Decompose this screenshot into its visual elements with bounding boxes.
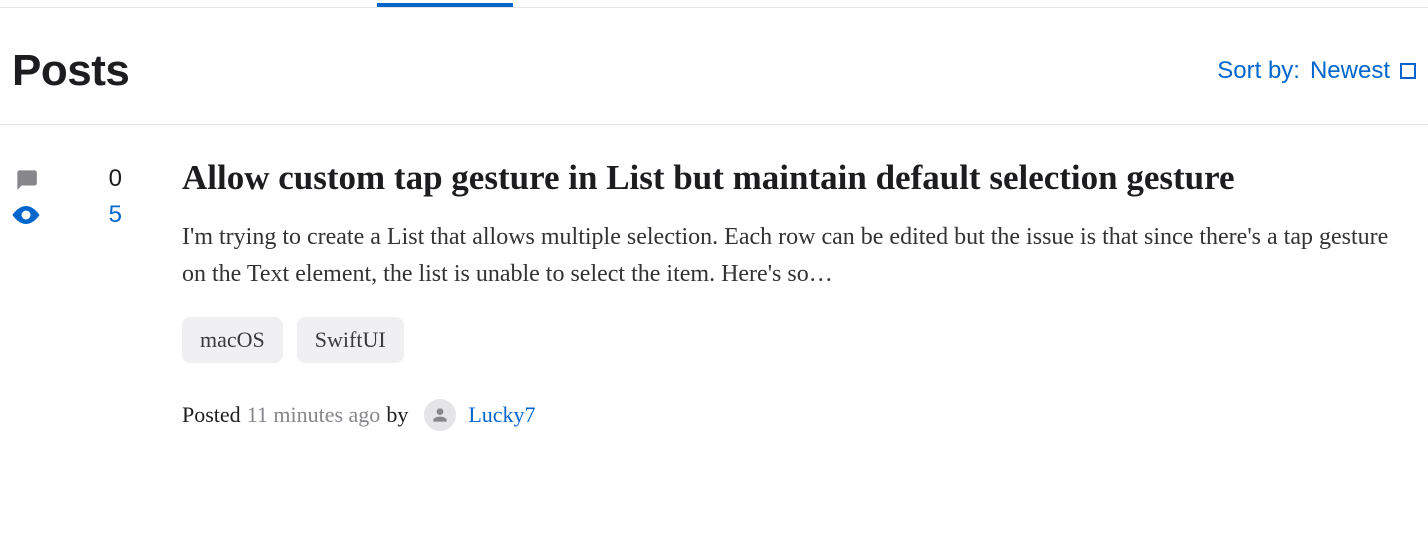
posts-header: Posts Sort by: Newest	[0, 8, 1428, 125]
views-icon	[12, 201, 40, 229]
sort-label: Sort by:	[1217, 57, 1300, 85]
comments-stat: 0	[12, 165, 122, 193]
views-count: 5	[109, 201, 122, 229]
post-content: Allow custom tap gesture in List but mai…	[182, 155, 1416, 431]
post-stats: 0 5	[12, 155, 122, 431]
views-stat: 5	[12, 201, 122, 229]
tab-bar	[0, 0, 1428, 8]
comments-icon	[12, 165, 40, 193]
posted-time: 11 minutes ago	[247, 402, 381, 428]
tag-macos[interactable]: macOS	[182, 317, 283, 363]
page-title: Posts	[12, 46, 129, 96]
by-label: by	[386, 402, 408, 428]
post-excerpt: I'm trying to create a List that allows …	[182, 219, 1416, 293]
comments-count: 0	[109, 165, 122, 193]
author-link[interactable]: Lucky7	[468, 402, 535, 428]
tag-swiftui[interactable]: SwiftUI	[297, 317, 404, 363]
posted-label: Posted	[182, 402, 241, 428]
dropdown-icon	[1400, 63, 1416, 79]
post-title[interactable]: Allow custom tap gesture in List but mai…	[182, 155, 1416, 201]
post-meta: Posted 11 minutes ago by Lucky7	[182, 399, 1416, 431]
post-item: 0 5 Allow custom tap gesture in List but…	[0, 125, 1428, 431]
active-tab-indicator	[377, 3, 513, 7]
post-tags: macOS SwiftUI	[182, 317, 1416, 363]
avatar[interactable]	[424, 399, 456, 431]
sort-value: Newest	[1310, 57, 1390, 85]
sort-control[interactable]: Sort by: Newest	[1217, 57, 1416, 85]
